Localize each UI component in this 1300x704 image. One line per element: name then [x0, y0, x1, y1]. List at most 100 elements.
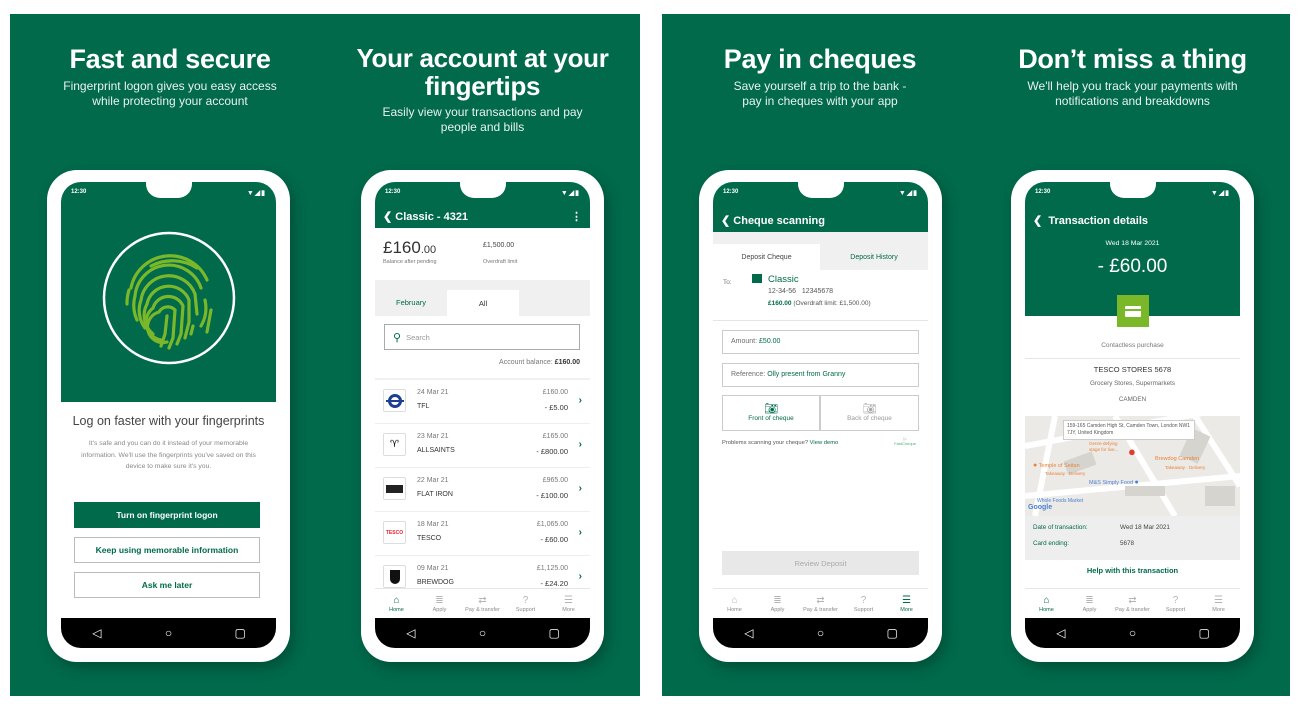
view-demo-link[interactable]: View demo: [810, 440, 839, 446]
home-icon: ⌂: [1043, 594, 1050, 606]
phone-cheque: 12:30 ▼◢▮ ❮ Cheque scanning Deposit Cheq…: [699, 170, 942, 662]
search-icon: ⚲: [393, 331, 402, 344]
recents-nav-icon[interactable]: ▢: [225, 626, 255, 640]
home-nav-icon[interactable]: ○: [1117, 626, 1147, 640]
camera-icon: 📷︎: [862, 403, 877, 415]
transaction-row[interactable]: 22 Mar 21 FLAT IRON £965.00 - £100.00 ›: [375, 468, 590, 512]
transaction-amount: - £60.00: [540, 535, 568, 544]
tab-home[interactable]: ⌂ Home: [1027, 595, 1067, 613]
slide-3-header: Pay in cheques Save yourself a trip to t…: [690, 44, 950, 109]
transaction-row[interactable]: TESCO 18 Mar 21 TESCO £1,065.00 - £60.00 ›: [375, 512, 590, 556]
help-transaction-link[interactable]: Help with this transaction: [1025, 566, 1240, 575]
back-chevron-icon[interactable]: ❮: [1033, 215, 1045, 227]
tab-more[interactable]: ☰ More: [1199, 595, 1239, 613]
transaction-name: FLAT IRON: [417, 491, 453, 498]
recents-nav-icon[interactable]: ▢: [1189, 626, 1219, 640]
map-pin-icon: ●: [1128, 444, 1136, 459]
phone-screen: 12:30 ▼◢▮ ❮ Classic - 4321 ⋮ £160.00 Bal…: [375, 182, 590, 648]
apply-icon: ≣: [435, 594, 444, 606]
tab-more[interactable]: ☰ More: [887, 595, 927, 613]
status-icons: ▼◢▮: [1210, 190, 1230, 197]
status-icons: ▼◢▮: [560, 190, 580, 197]
home-nav-icon[interactable]: ○: [805, 626, 835, 640]
back-chevron-icon[interactable]: ❮: [383, 211, 395, 223]
phone-account: 12:30 ▼◢▮ ❮ Classic - 4321 ⋮ £160.00 Bal…: [361, 170, 604, 662]
transaction-date: 22 Mar 21: [417, 477, 449, 484]
back-of-cheque-button[interactable]: 📷︎ Back of cheque: [820, 395, 919, 431]
chevron-right-icon: ›: [578, 527, 582, 538]
back-nav-icon[interactable]: ◁: [1046, 626, 1076, 640]
account-icon: [752, 274, 762, 283]
apply-icon: ≣: [1085, 594, 1094, 606]
support-icon: ?: [860, 594, 867, 606]
tab-february[interactable]: February: [375, 290, 447, 315]
transaction-info: Date of transaction: Wed 18 Mar 2021 Car…: [1025, 516, 1240, 560]
home-nav-icon[interactable]: ○: [153, 626, 183, 640]
tab-pay-transfer[interactable]: ⇄ Pay & transfer: [463, 595, 503, 613]
slide-title: Pay in cheques: [723, 44, 917, 74]
transaction-row[interactable]: ♈︎ 23 Mar 21 ALLSAINTS £165.00 - £800.00 ›: [375, 424, 590, 468]
tab-support[interactable]: ? Support: [844, 595, 884, 613]
tab-support[interactable]: ? Support: [506, 595, 546, 613]
tab-pay-transfer[interactable]: ⇄ Pay & transfer: [801, 595, 841, 613]
phone-notch: [145, 182, 192, 198]
home-nav-icon[interactable]: ○: [467, 626, 497, 640]
apply-icon: ≣: [773, 594, 782, 606]
back-nav-icon[interactable]: ◁: [396, 626, 426, 640]
status-icons: ▼◢▮: [898, 190, 918, 197]
search-input[interactable]: ⚲ Search: [384, 324, 580, 350]
tab-label: Apply: [1082, 606, 1097, 613]
tab-support[interactable]: ? Support: [1156, 595, 1196, 613]
tab-apply[interactable]: ≣ Apply: [420, 595, 460, 613]
map-poi: Takeaway · Delivery: [1165, 465, 1206, 470]
tab-deposit-history[interactable]: Deposit History: [820, 244, 928, 270]
recents-nav-icon[interactable]: ▢: [877, 626, 907, 640]
recents-nav-icon[interactable]: ▢: [539, 626, 569, 640]
turn-on-fingerprint-button[interactable]: Turn on fingerprint logon: [74, 502, 260, 528]
home-icon: ⌂: [393, 594, 400, 606]
chevron-right-icon: ›: [578, 571, 582, 582]
more-options-icon[interactable]: ⋮: [571, 210, 582, 223]
tab-label: Pay & transfer: [1115, 606, 1150, 613]
tab-deposit-cheque[interactable]: Deposit Cheque: [713, 244, 820, 270]
map-attribution: Google: [1028, 504, 1053, 511]
transaction-balance: £965.00: [542, 477, 568, 484]
merchant-map[interactable]: 159-165 Camden High St, Camden Town, Lon…: [1025, 416, 1240, 516]
tab-pay-transfer[interactable]: ⇄ Pay & transfer: [1113, 595, 1153, 613]
amount-input[interactable]: Amount: £50.00: [722, 330, 919, 354]
front-of-cheque-button[interactable]: 📷︎ Front of cheque: [722, 395, 820, 431]
tab-more[interactable]: ☰ More: [549, 595, 589, 613]
card-value: 5678: [1120, 540, 1135, 547]
merchant-location: CAMDEN: [1118, 396, 1147, 403]
review-deposit-button[interactable]: Review Deposit: [722, 551, 919, 575]
date-label: Date of transaction:: [1033, 524, 1088, 531]
chevron-right-icon: ›: [578, 439, 582, 450]
map-poi: Brewdog Camden: [1155, 456, 1200, 462]
chevron-right-icon: ›: [578, 395, 582, 406]
pay-transfer-icon: ⇄: [816, 594, 825, 606]
keep-memorable-info-button[interactable]: Keep using memorable information: [74, 537, 260, 563]
back-nav-icon[interactable]: ◁: [734, 626, 764, 640]
tab-all[interactable]: All: [447, 290, 519, 317]
tab-apply[interactable]: ≣ Apply: [758, 595, 798, 613]
transaction-balance: £165.00: [542, 433, 568, 440]
tab-home[interactable]: ⌂ Home: [377, 595, 417, 613]
reference-input[interactable]: Reference: Olly present from Granny: [722, 363, 919, 387]
transaction-row[interactable]: 24 Mar 21 TFL £160.00 - £5.00 ›: [375, 380, 590, 424]
map-poi: Takeaway · Delivery: [1045, 471, 1086, 476]
tab-home[interactable]: ⌂ Home: [715, 595, 755, 613]
ask-later-button[interactable]: Ask me later: [74, 572, 260, 598]
slide-subtitle: Save yourself a trip to the bank - pay i…: [733, 79, 907, 108]
status-time: 12:30: [1035, 189, 1051, 195]
tab-label: More: [1212, 606, 1225, 613]
back-chevron-icon[interactable]: ❮: [721, 215, 733, 227]
tfl-logo: [383, 389, 406, 412]
back-nav-icon[interactable]: ◁: [82, 626, 112, 640]
tab-label: Support: [853, 606, 874, 613]
fingerprint-hero: [61, 182, 276, 402]
tab-label: Support: [515, 606, 536, 613]
map-address-tooltip: 159-165 Camden High St, Camden Town, Lon…: [1063, 420, 1195, 440]
tab-label: Pay & transfer: [465, 606, 500, 613]
transaction-amount: - £800.00: [536, 447, 568, 456]
tab-apply[interactable]: ≣ Apply: [1070, 595, 1110, 613]
